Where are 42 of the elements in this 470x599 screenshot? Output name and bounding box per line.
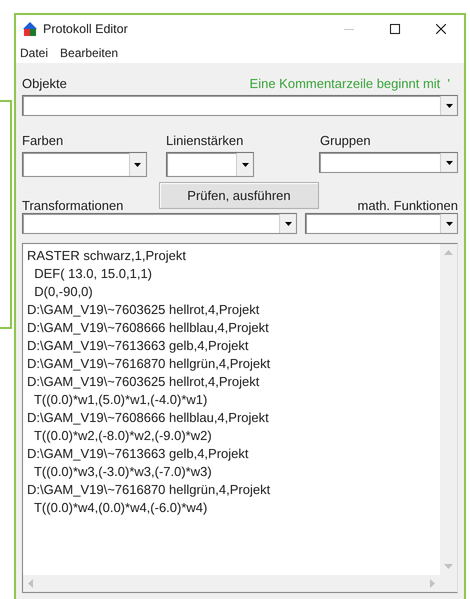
dropdown[interactable]	[22, 95, 458, 116]
maximize-icon[interactable]	[390, 24, 400, 34]
code-line: DEF( 13.0, 15.0,1,1)	[33, 265, 154, 283]
code-line: T((0.0)*w2,(-8.0)*w2,(-9.0)*w2)	[32, 427, 213, 445]
text-editor[interactable]	[22, 243, 458, 593]
code-line: D:\GAM_V19\~7603625 hellrot,4,Projekt	[27, 301, 260, 319]
dropdown-arrow-icon	[446, 160, 452, 164]
code-line: D:\GAM_V19\~7613663 gelb,4,Projekt	[27, 445, 250, 463]
code-line: T((0.0)*w3,(-3.0)*w3,(-7.0)*w3)	[32, 463, 213, 481]
menu-item[interactable]: Bearbeiten	[59, 46, 120, 60]
groups-label: Gruppen	[320, 133, 371, 148]
dropdown[interactable]	[166, 152, 254, 177]
transformations-label: Transformationen	[22, 198, 124, 213]
menu-item[interactable]: Datei	[19, 46, 50, 60]
code-line: D:\GAM_V19\~7613663 gelb,4,Projekt	[27, 337, 250, 355]
dropdown-arrow-icon	[284, 222, 292, 226]
check-button[interactable]: Prüfen, ausführen	[158, 182, 319, 209]
house-icon	[22, 21, 38, 37]
dropdown[interactable]	[319, 152, 458, 173]
dropdown[interactable]	[22, 152, 147, 177]
code-line: D:\GAM_V19\~7603625 hellrot,4,Projekt	[27, 373, 260, 391]
objects-label: Objekte	[22, 76, 67, 91]
dropdown-arrow-icon	[446, 222, 452, 226]
code-line: D(0,-90,0)	[33, 283, 94, 301]
dropdown[interactable]	[22, 213, 297, 234]
dropdown-arrow-icon	[446, 104, 452, 108]
code-line: T((0.0)*w4,(0.0)*w4,(-6.0)*w4)	[32, 499, 208, 517]
code-line: RASTER schwarz,1,Projekt	[27, 247, 187, 265]
math-functions-label: math. Funktionen	[358, 198, 458, 213]
dropdown-arrow-icon	[134, 162, 142, 166]
code-line: D:\GAM_V19\~7608666 hellblau,4,Projekt	[27, 319, 270, 337]
code-line: D:\GAM_V19\~7616870 hellgrün,4,Projekt	[27, 481, 272, 499]
code-line: D:\GAM_V19\~7616870 hellgrün,4,Projekt	[27, 355, 272, 373]
colors-label: Farben	[22, 133, 64, 148]
code-line: D:\GAM_V19\~7608666 hellblau,4,Projekt	[27, 409, 270, 427]
dropdown-arrow-icon	[242, 162, 249, 166]
close-icon[interactable]	[436, 24, 446, 34]
code-line: T((0.0)*w1,(5.0)*w1,(-4.0)*w1)	[32, 391, 208, 409]
window-title: Protokoll Editor	[43, 22, 129, 36]
comment-hint: Eine Kommentarzeile beginnt mit '	[250, 76, 450, 91]
line-widths-label: Linienstärken	[166, 133, 244, 148]
dropdown[interactable]	[305, 213, 458, 234]
